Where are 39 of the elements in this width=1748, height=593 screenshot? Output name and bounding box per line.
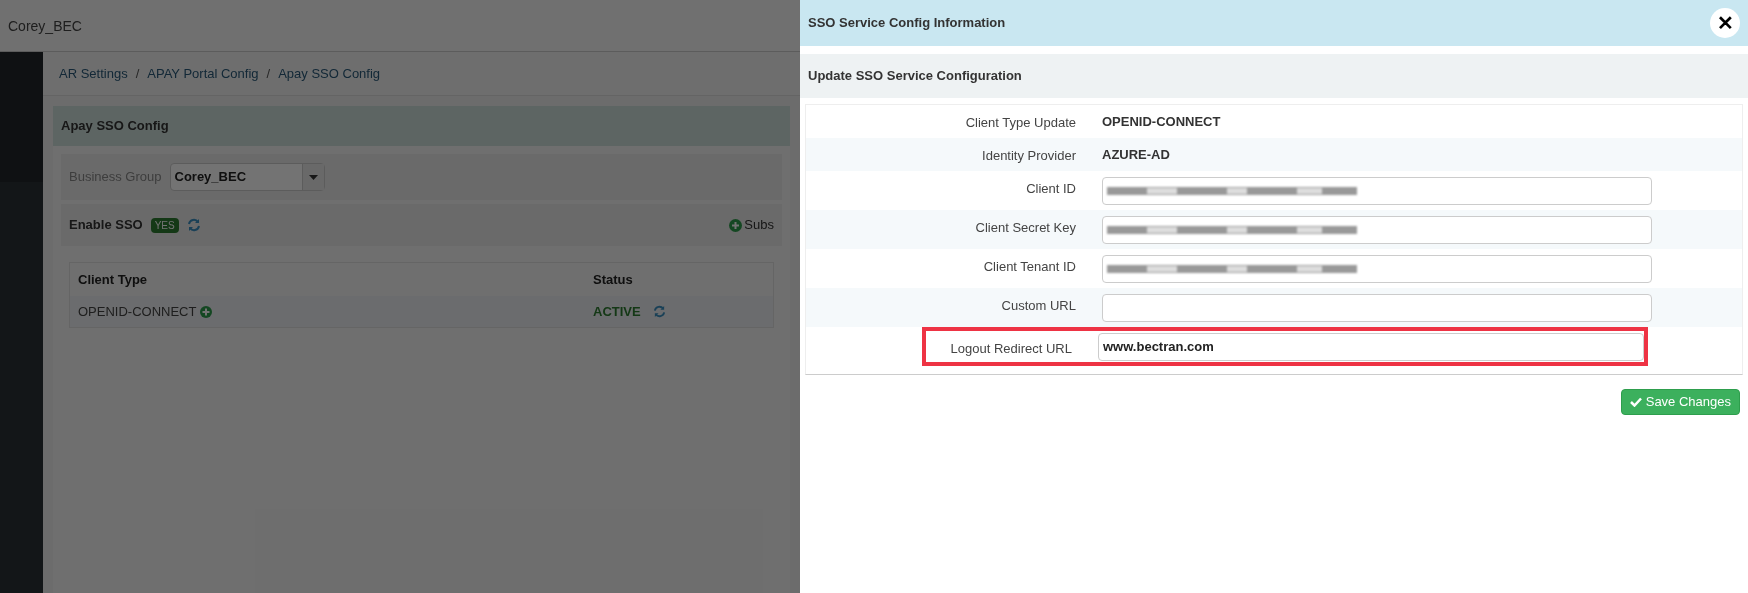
breadcrumb-link[interactable]: AR Settings bbox=[59, 63, 128, 84]
input-field[interactable] bbox=[1102, 293, 1652, 322]
status-text: ACTIVE bbox=[593, 302, 641, 321]
field-label: Client Tenant ID bbox=[982, 258, 1077, 276]
field-label: Identity Provider bbox=[981, 147, 1077, 165]
section-title: Update SSO Service Configuration bbox=[808, 67, 1022, 86]
column-header: Status bbox=[593, 270, 633, 289]
business-group-select[interactable]: Corey_BEC bbox=[169, 163, 325, 191]
field-label: Logout Redirect URL bbox=[949, 340, 1073, 358]
table-cell-text: OPENID-CONNECT bbox=[78, 302, 197, 321]
field-label: Client ID bbox=[1025, 180, 1077, 198]
input-field[interactable] bbox=[1102, 215, 1652, 244]
input-field[interactable]: www.bectran.com bbox=[1098, 332, 1644, 361]
panel-title: Apay SSO Config bbox=[61, 117, 169, 136]
app-title: Corey_BEC bbox=[8, 16, 82, 36]
field-label: Enable SSO bbox=[69, 216, 143, 235]
field-label: Client Secret Key bbox=[974, 219, 1077, 237]
breadcrumb-link[interactable]: APAY Portal Config bbox=[147, 63, 259, 84]
field-value: AZURE-AD bbox=[1102, 145, 1170, 164]
column-header: Client Type bbox=[78, 270, 149, 289]
refresh-icon[interactable] bbox=[186, 218, 201, 232]
breadcrumb-separator: / bbox=[266, 64, 271, 83]
breadcrumb-link[interactable]: Apay SSO Config bbox=[278, 63, 381, 84]
caret-icon bbox=[308, 174, 318, 180]
input-field[interactable] bbox=[1102, 176, 1652, 205]
plus-circle-icon[interactable] bbox=[729, 218, 743, 232]
modal-title: SSO Service Config Information bbox=[808, 14, 1007, 33]
field-label: Client Type Update bbox=[964, 114, 1077, 132]
breadcrumb-separator: / bbox=[135, 64, 140, 83]
subscribe-link[interactable]: Subs bbox=[744, 215, 774, 235]
save-button[interactable]: Save Changes bbox=[1620, 389, 1740, 415]
input-field[interactable] bbox=[1102, 254, 1652, 283]
close-button[interactable]: ✕ bbox=[1710, 8, 1740, 38]
plus-circle-icon[interactable] bbox=[200, 305, 213, 318]
field-label: Custom URL bbox=[1000, 297, 1077, 315]
refresh-icon[interactable] bbox=[652, 305, 666, 318]
check-icon bbox=[1629, 397, 1642, 407]
status-badge: YES bbox=[150, 217, 179, 233]
field-value: OPENID-CONNECT bbox=[1102, 112, 1221, 131]
